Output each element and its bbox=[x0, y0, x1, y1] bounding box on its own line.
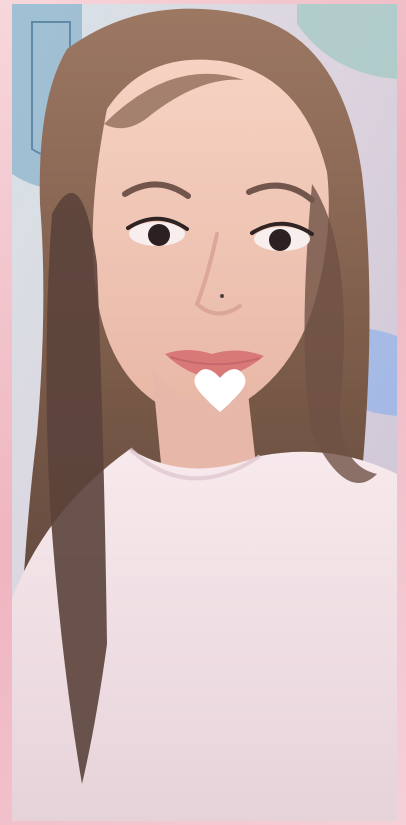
face-mole bbox=[220, 294, 224, 298]
left-eye bbox=[148, 224, 170, 246]
selfie-photo bbox=[12, 4, 397, 821]
selfie-illustration bbox=[12, 4, 397, 821]
right-eye bbox=[269, 229, 291, 251]
photo-frame bbox=[0, 0, 406, 825]
